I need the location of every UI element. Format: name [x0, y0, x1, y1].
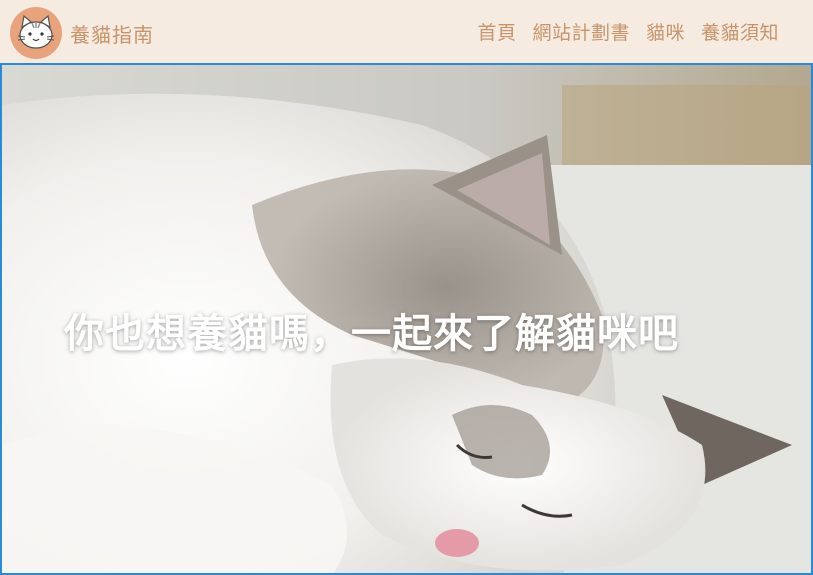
nav-link-cats[interactable]: 貓咪: [646, 22, 685, 44]
nav-link-plan[interactable]: 網站計劃書: [532, 22, 630, 44]
nav-item-care: 養貓須知: [701, 18, 779, 45]
navbar: 養貓指南 首頁 網站計劃書 貓咪 養貓須知: [0, 0, 813, 64]
nav-link-home[interactable]: 首頁: [477, 22, 516, 44]
hero-banner: 你也想養貓嗎，一起來了解貓咪吧: [0, 63, 813, 575]
nav-link-care[interactable]: 養貓須知: [701, 22, 779, 44]
nav-menu: 首頁 網站計劃書 貓咪 養貓須知: [477, 18, 779, 45]
hero-title-text: 你也想養貓嗎，一起來了解貓咪吧: [64, 311, 679, 357]
nav-item-plan: 網站計劃書: [532, 18, 630, 45]
nav-item-home: 首頁: [477, 18, 516, 45]
nav-item-cats: 貓咪: [646, 18, 685, 45]
hero-title: 你也想養貓嗎，一起來了解貓咪吧: [2, 301, 811, 359]
cat-face-icon: [10, 7, 62, 59]
brand-link[interactable]: 養貓指南: [10, 7, 154, 59]
brand-name: 養貓指南: [70, 22, 154, 47]
